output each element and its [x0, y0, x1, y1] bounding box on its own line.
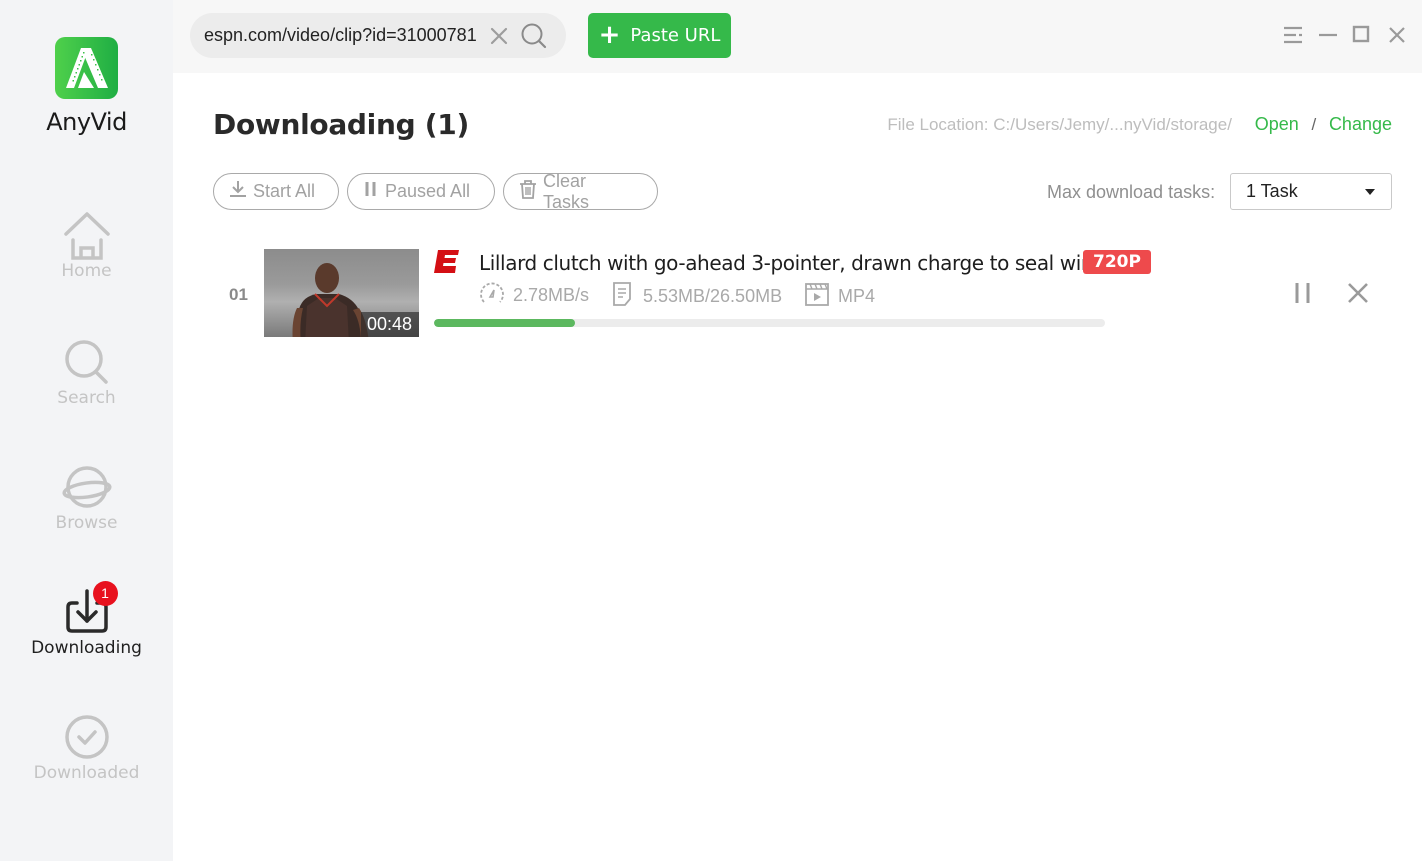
open-folder-link[interactable]: Open — [1255, 114, 1299, 134]
max-tasks-select[interactable]: 1 Task — [1230, 173, 1392, 210]
close-icon[interactable] — [488, 25, 510, 47]
separator: / — [1311, 115, 1317, 134]
pause-icon[interactable] — [1291, 281, 1315, 305]
plus-icon: + — [598, 19, 621, 50]
home-icon — [62, 210, 112, 260]
search-icon[interactable] — [520, 22, 548, 50]
progress-bar — [434, 319, 1105, 327]
start-all-label: Start All — [253, 181, 316, 201]
sidebar-item-label: Home — [61, 261, 112, 281]
espn-logo-icon — [434, 250, 459, 273]
sidebar-item-downloading[interactable]: 1 Downloading — [0, 581, 173, 658]
file-location: File Location: C:/Users/Jemy/...nyVid/st… — [887, 114, 1392, 135]
max-tasks-label: Max download tasks: — [1047, 182, 1216, 202]
download-icon — [229, 180, 247, 203]
file-location-path: File Location: C:/Users/Jemy/...nyVid/st… — [887, 115, 1232, 134]
task-index: 01 — [229, 285, 248, 304]
pause-icon — [363, 180, 379, 203]
trash-icon — [519, 179, 537, 204]
close-icon[interactable] — [1386, 24, 1408, 46]
url-field — [190, 13, 566, 58]
url-input[interactable] — [190, 13, 490, 58]
search-icon — [62, 337, 112, 387]
paused-all-label: Paused All — [385, 181, 471, 201]
caret-down-icon — [1365, 189, 1375, 195]
size-value: 5.53MB/26.50MB — [643, 286, 783, 306]
file-format: MP4 — [804, 281, 875, 312]
clear-tasks-button[interactable]: Clear Tasks — [503, 170, 658, 212]
check-circle-icon — [62, 712, 112, 762]
download-size: 5.53MB/26.50MB — [611, 281, 782, 312]
player-image — [292, 263, 369, 337]
bulk-actions: Start All Paused All Clear Tasks — [213, 170, 658, 212]
max-tasks-value: 1 Task — [1246, 181, 1298, 201]
sidebar-item-home[interactable]: Home — [0, 210, 173, 281]
sidebar-item-label: Downloaded — [33, 763, 140, 783]
menu-icon[interactable] — [1282, 24, 1304, 46]
video-duration: 00:48 — [360, 312, 419, 337]
task-title: Lillard clutch with go-ahead 3-pointer, … — [479, 251, 1094, 275]
close-icon[interactable] — [1346, 281, 1370, 305]
video-file-icon — [804, 281, 830, 312]
progress-fill — [434, 319, 575, 327]
download-speed: 2.78MB/s — [479, 281, 589, 310]
sidebar: AnyVid Home Search Browse 1 Downloading … — [0, 0, 173, 861]
maximize-icon[interactable] — [1351, 24, 1373, 46]
speedometer-icon — [479, 281, 505, 310]
notification-badge: 1 — [92, 581, 118, 606]
download-icon: 1 — [62, 581, 118, 637]
sidebar-item-downloaded[interactable]: Downloaded — [0, 712, 173, 783]
app-name: AnyVid — [46, 108, 127, 136]
video-thumbnail[interactable]: 00:48 — [264, 249, 419, 337]
anyvid-logo-icon — [55, 37, 118, 99]
sidebar-item-label: Downloading — [31, 638, 142, 658]
format-value: MP4 — [838, 286, 876, 306]
change-folder-link[interactable]: Change — [1329, 114, 1392, 134]
sidebar-item-label: Browse — [55, 513, 118, 533]
planet-icon — [61, 462, 112, 512]
sidebar-item-label: Search — [57, 388, 116, 408]
sidebar-item-search[interactable]: Search — [0, 337, 173, 408]
start-all-button[interactable]: Start All — [213, 173, 339, 210]
page-title: Downloading (1) — [213, 108, 469, 141]
clear-tasks-label: Clear Tasks — [543, 170, 590, 212]
topbar: + Paste URL — [173, 0, 1422, 73]
minimize-icon[interactable] — [1317, 24, 1339, 46]
speed-value: 2.78MB/s — [513, 285, 590, 305]
paused-all-button[interactable]: Paused All — [347, 173, 495, 210]
quality-badge: 720P — [1083, 250, 1151, 274]
document-icon — [611, 281, 635, 312]
sidebar-item-browse[interactable]: Browse — [0, 462, 173, 533]
paste-url-label: Paste URL — [630, 25, 721, 46]
paste-url-button[interactable]: + Paste URL — [588, 13, 731, 58]
